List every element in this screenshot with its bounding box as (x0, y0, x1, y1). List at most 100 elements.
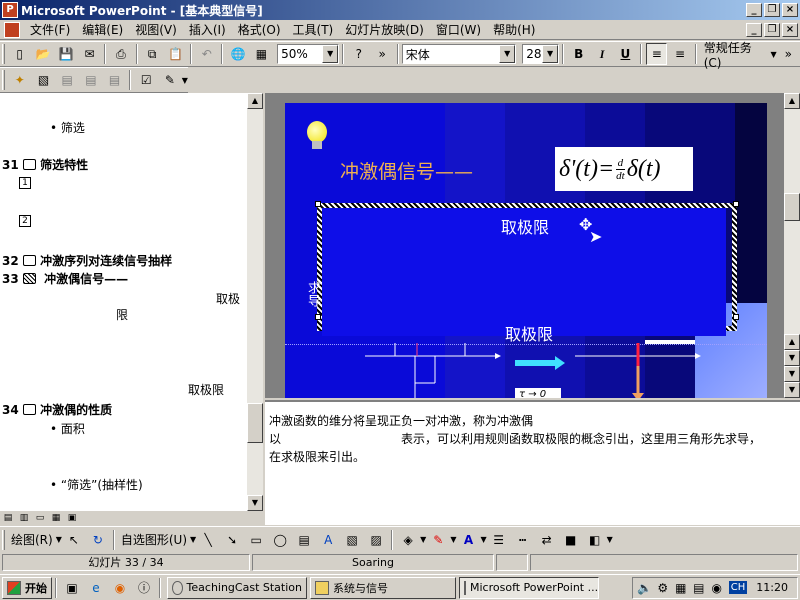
outline-bullet[interactable]: • “筛选”(抽样性) (50, 476, 143, 493)
clipart-icon[interactable]: ▧ (341, 529, 363, 551)
slide-icon[interactable] (22, 404, 36, 415)
formula-box[interactable]: δ'(t)= d dt δ(t) (555, 147, 693, 191)
line-style-icon[interactable]: ☰ (488, 529, 510, 551)
task-powerpoint[interactable]: Microsoft PowerPoint ... (459, 576, 599, 599)
more-buttons-icon[interactable]: » (778, 43, 799, 65)
outline-scrollbar[interactable]: ▲ ▼ (247, 93, 263, 511)
copy-icon[interactable]: ⧉ (142, 43, 163, 65)
prev-slide-icon[interactable]: ▲ (784, 334, 800, 350)
label-limit-1[interactable]: 取极限 (501, 214, 549, 238)
undo-icon[interactable]: ↶ (196, 43, 217, 65)
doc-restore-button[interactable]: ❐ (764, 22, 780, 37)
outline-pane[interactable]: • 筛选 31 筛选特性 1 2 32 冲激序列对连续信号抽样 33 冲激偶信号… (0, 93, 247, 511)
outline-slide-33[interactable]: 33 冲激偶信号—— (2, 270, 128, 287)
slide-icon[interactable] (22, 159, 36, 170)
menu-help[interactable]: 帮助(H) (487, 20, 541, 40)
ie-icon[interactable]: e (85, 577, 107, 599)
volume-icon[interactable]: 🔈 (637, 577, 653, 599)
outline-bullet[interactable]: • 面积 (50, 420, 85, 437)
menu-edit[interactable]: 编辑(E) (76, 20, 129, 40)
zoom-combo[interactable]: 50% ▼ (277, 44, 340, 64)
more-buttons-icon[interactable]: » (371, 43, 392, 65)
restore-button[interactable]: ❐ (764, 3, 780, 17)
document-icon[interactable] (4, 21, 20, 38)
menu-tools[interactable]: 工具(T) (287, 20, 340, 40)
apply-design-icon[interactable]: ▤ (56, 69, 78, 91)
task-teachingcast[interactable]: TeachingCast Station (167, 576, 307, 599)
tray-icon[interactable]: ▤ (691, 577, 707, 599)
chevron-down-icon[interactable]: ▼ (499, 45, 516, 63)
textbox-icon[interactable]: ▤ (293, 529, 315, 551)
network-icon[interactable]: ▦ (673, 577, 689, 599)
help-icon[interactable]: ? (348, 43, 369, 65)
underline-button[interactable]: U (615, 43, 636, 65)
media-icon[interactable]: ◉ (109, 577, 131, 599)
oval-icon[interactable]: ◯ (269, 529, 291, 551)
arrow-style-icon[interactable]: ⇄ (536, 529, 558, 551)
chevron-down-icon[interactable]: ▼ (770, 50, 776, 59)
scroll-next-icon[interactable]: ▼ (784, 382, 800, 398)
open-icon[interactable]: 📂 (32, 43, 53, 65)
tables-icon[interactable]: ▦ (251, 43, 272, 65)
font-combo[interactable]: 宋体 ▼ (401, 44, 517, 64)
font-size-combo[interactable]: 28 ▼ (522, 44, 560, 64)
chevron-down-icon[interactable]: ▼ (450, 535, 456, 544)
slide-view-icon[interactable]: ▭ (33, 511, 47, 525)
shadow-icon[interactable]: ■ (560, 529, 582, 551)
chevron-down-icon[interactable]: ▼ (480, 535, 486, 544)
chevron-down-icon[interactable]: ▼ (322, 45, 339, 63)
slide-scrollbar[interactable]: ▲ ▲ ▼ ▼ ▼ (784, 93, 800, 398)
powerpoint-icon[interactable]: P (2, 2, 18, 18)
align-center-icon[interactable]: ≡ (669, 43, 690, 65)
chevron-down-icon[interactable]: ▼ (182, 76, 188, 85)
chevron-down-icon[interactable]: ▼ (542, 45, 559, 63)
line-icon[interactable]: ╲ (197, 529, 219, 551)
chevron-down-icon[interactable]: ▼ (420, 535, 426, 544)
scroll-up-icon[interactable]: ▲ (247, 93, 263, 109)
print-icon[interactable]: ⎙ (110, 43, 131, 65)
language-indicator[interactable]: CH (728, 581, 748, 594)
normal-view-icon[interactable]: ▤ (1, 511, 15, 525)
doc-close-button[interactable]: × (782, 22, 798, 37)
outline-text[interactable]: 取极限 (188, 381, 224, 398)
slide-layout-icon[interactable]: ▧ (33, 69, 55, 91)
slideshow-view-icon[interactable]: ▣ (65, 511, 79, 525)
chevron-down-icon[interactable]: ▼ (56, 535, 62, 544)
new-slide-icon[interactable]: ✦ (9, 69, 31, 91)
line-color-icon[interactable]: ✎ (427, 529, 449, 551)
menu-format[interactable]: 格式(O) (232, 20, 287, 40)
outline-text[interactable]: 限 (116, 306, 128, 323)
outline-bullet[interactable]: • 筛选 (50, 119, 85, 136)
3d-icon[interactable]: ◧ (584, 529, 606, 551)
next-slide-icon[interactable]: ▼ (784, 366, 800, 382)
slide-icon[interactable] (22, 273, 36, 284)
align-left-icon[interactable]: ≡ (646, 43, 668, 65)
italic-button[interactable]: I (591, 43, 612, 65)
slide-canvas[interactable]: 冲激偶信号—— δ'(t)= d dt δ(t) 取极限 取极限 求导 ✥ ➤ (285, 103, 767, 398)
show-desktop-icon[interactable]: ▣ (61, 577, 83, 599)
rotate-icon[interactable]: ↻ (87, 529, 109, 551)
task-folder[interactable]: 系统与信号 (310, 576, 456, 599)
outline-text[interactable]: 取极 (216, 290, 240, 307)
paste-icon[interactable]: 📋 (165, 43, 186, 65)
resize-handle[interactable] (315, 201, 321, 207)
info-icon[interactable]: ⓘ (133, 577, 155, 599)
draw-menu[interactable]: 绘图(R) (11, 531, 53, 548)
close-button[interactable]: × (782, 3, 798, 17)
scroll-down-icon[interactable]: ▼ (784, 350, 800, 366)
scroll-up-icon[interactable]: ▲ (784, 93, 800, 109)
common-tasks-button[interactable]: 常规任务(C) (704, 39, 768, 70)
outline-slide-32[interactable]: 32 冲激序列对连续信号抽样 (2, 252, 172, 269)
design-icon-3[interactable]: ▤ (104, 69, 126, 91)
scroll-thumb[interactable] (247, 403, 263, 443)
arrow-icon[interactable]: ➘ (221, 529, 243, 551)
chevron-down-icon[interactable]: ▼ (607, 535, 613, 544)
select-pointer-icon[interactable]: ↖ (63, 529, 85, 551)
bold-button[interactable]: B (568, 43, 589, 65)
wordart-icon[interactable]: A (317, 529, 339, 551)
resize-handle[interactable] (733, 314, 739, 320)
doc-minimize-button[interactable]: _ (746, 22, 762, 37)
new-icon[interactable]: ▯ (9, 43, 30, 65)
font-color-icon[interactable]: A (457, 529, 479, 551)
checklist-icon[interactable]: ☑ (135, 69, 157, 91)
